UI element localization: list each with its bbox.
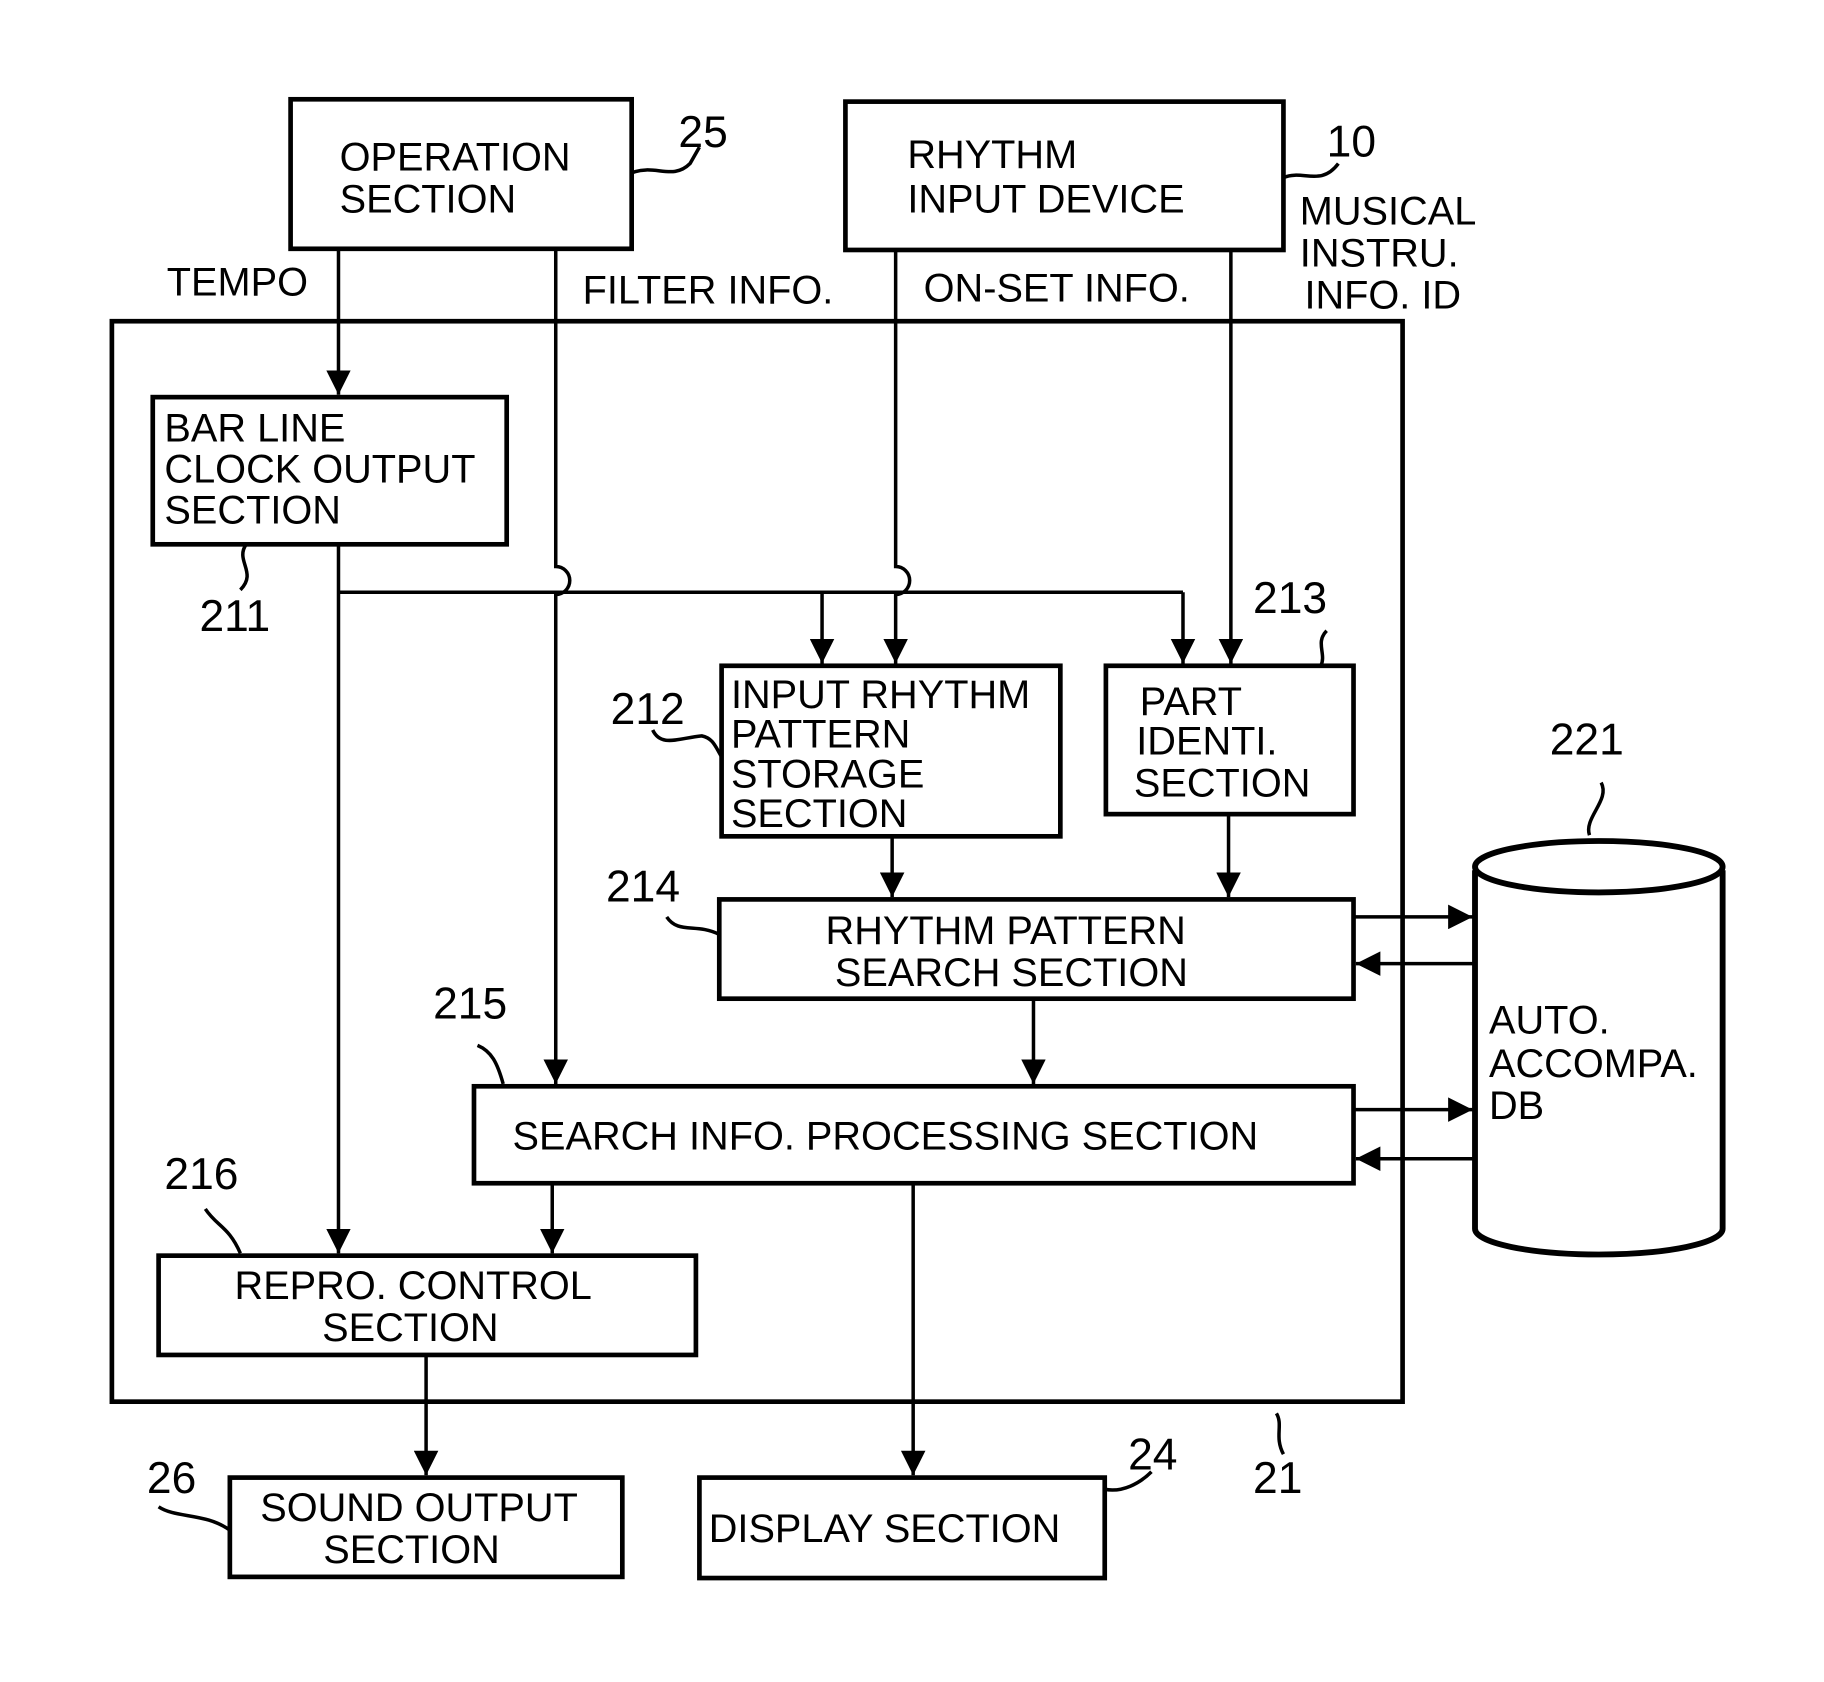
display-section: DISPLAY SECTION — [697, 1475, 1108, 1581]
label: INPUT DEVICE — [907, 178, 1184, 222]
musical-instru-label: INSTRU. — [1300, 231, 1459, 275]
label: PART — [1140, 680, 1242, 724]
label: SOUND OUTPUT — [260, 1486, 578, 1530]
ref-number: 221 — [1550, 716, 1624, 765]
label: SECTION — [164, 488, 340, 532]
onset-info-label: ON-SET INFO. — [924, 266, 1190, 310]
label: RHYTHM — [907, 133, 1077, 177]
musical-instru-label: INFO. ID — [1304, 273, 1461, 317]
label: SECTION — [340, 178, 516, 222]
label: DISPLAY SECTION — [709, 1507, 1061, 1551]
ref-number: 26 — [147, 1454, 196, 1503]
label: DB — [1489, 1084, 1544, 1128]
musical-instru-label: MUSICAL — [1300, 189, 1477, 233]
bar-line-clock-output-section: BAR LINE CLOCK OUTPUT SECTION — [150, 394, 510, 547]
label: SECTION — [323, 1528, 499, 1572]
input-rhythm-pattern-storage-section: INPUT RHYTHM PATTERN STORAGE SECTION — [719, 663, 1063, 839]
search-info-processing-section: SEARCH INFO. PROCESSING SECTION — [471, 1083, 1356, 1186]
label: SEARCH INFO. PROCESSING SECTION — [513, 1114, 1259, 1158]
label: AUTO. — [1489, 999, 1610, 1043]
ref-number: 10 — [1327, 118, 1376, 167]
label: SECTION — [1134, 762, 1310, 806]
label: SECTION — [731, 792, 907, 836]
label: BAR LINE — [164, 407, 345, 451]
rhythm-pattern-search-section: RHYTHM PATTERN SEARCH SECTION — [716, 897, 1356, 1002]
label: SECTION — [322, 1306, 498, 1350]
repro-control-section: REPRO. CONTROL SECTION — [156, 1253, 699, 1358]
label: PATTERN — [731, 713, 910, 757]
rhythm-input-device: RHYTHM INPUT DEVICE — [843, 99, 1286, 253]
ref-number: 25 — [678, 108, 727, 157]
label: STORAGE — [731, 752, 924, 796]
sound-output-section: SOUND OUTPUT SECTION — [227, 1475, 625, 1580]
operation-section: OPERATION SECTION — [288, 96, 635, 252]
label: IDENTI. — [1136, 720, 1277, 764]
label: RHYTHM PATTERN — [826, 909, 1186, 953]
filter-info-label: FILTER INFO. — [583, 269, 834, 313]
label: OPERATION — [340, 136, 571, 180]
label: SEARCH SECTION — [835, 951, 1188, 995]
tempo-label: TEMPO — [167, 261, 308, 305]
ref-number: 215 — [433, 980, 507, 1029]
ref-number: 212 — [611, 685, 685, 734]
ref-number: 21 — [1253, 1454, 1302, 1503]
label: INPUT RHYTHM — [731, 673, 1030, 717]
ref-number: 216 — [164, 1150, 238, 1199]
label: CLOCK OUTPUT — [164, 447, 475, 491]
label: ACCOMPA. — [1489, 1042, 1698, 1086]
ref-number: 24 — [1128, 1430, 1177, 1479]
ref-number: 211 — [199, 592, 270, 641]
block-diagram: OPERATION SECTION 25 RHYTHM INPUT DEVICE… — [109, 96, 1726, 1581]
ref-number: 213 — [1253, 574, 1327, 623]
auto-accompa-db: AUTO. ACCOMPA. DB — [1472, 838, 1726, 1258]
label: REPRO. CONTROL — [235, 1264, 592, 1308]
ref-number: 214 — [606, 863, 680, 912]
part-identi-section: PART IDENTI. SECTION — [1103, 663, 1356, 817]
